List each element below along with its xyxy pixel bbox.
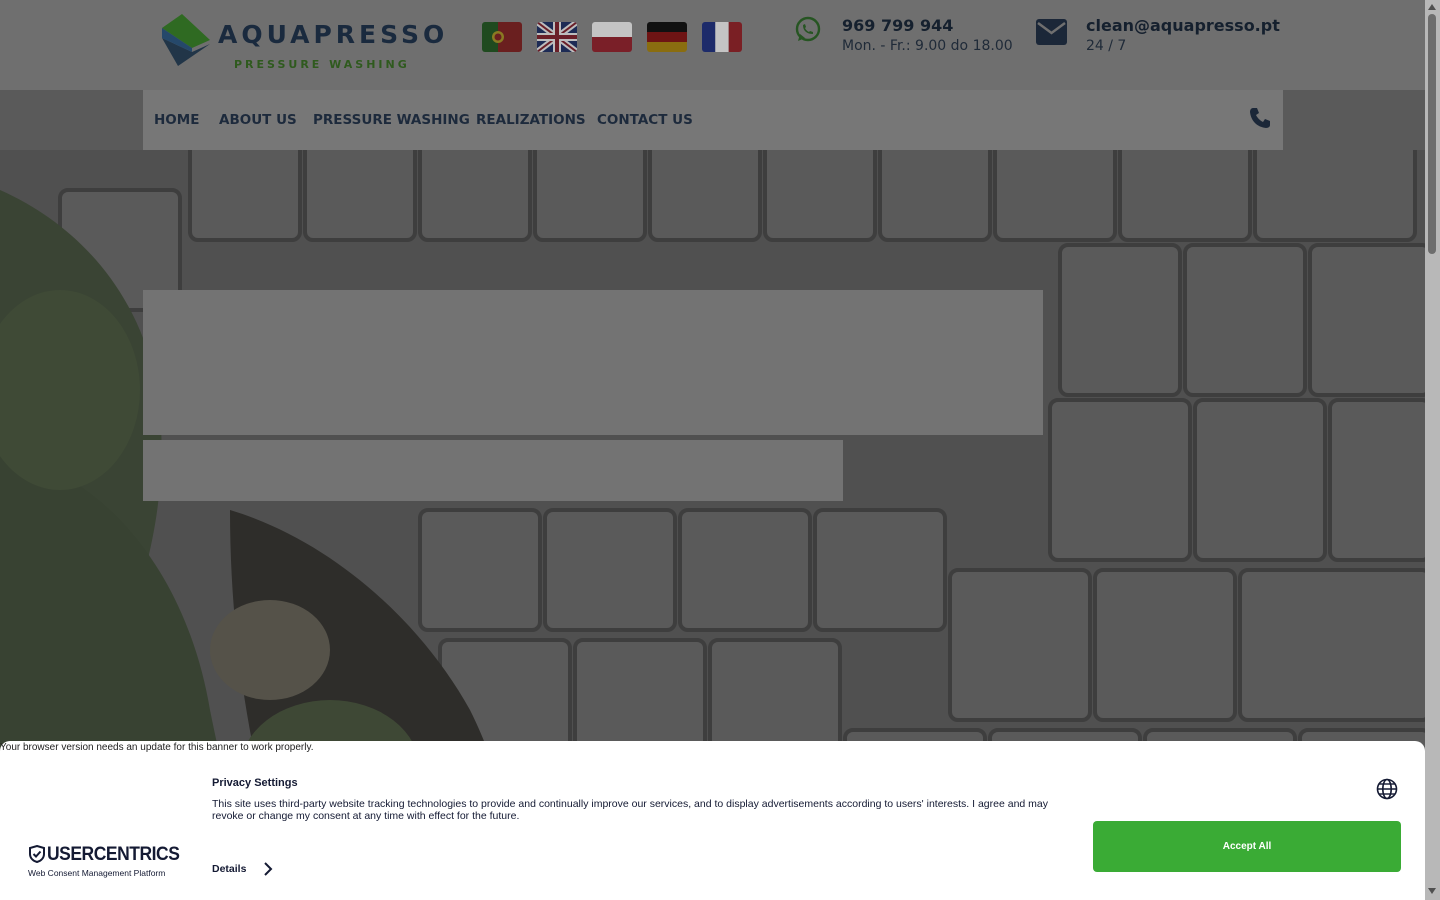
cookie-consent-banner: Your browser version needs an update for… (0, 741, 1425, 900)
hero-heading-placeholder (143, 290, 1043, 435)
flag-poland-icon[interactable] (592, 22, 632, 52)
nav-item-realizations[interactable]: REALIZATIONS (476, 112, 586, 128)
privacy-settings-text: This site uses third-party website track… (212, 798, 1049, 822)
site-logo[interactable]: AQUAPRESSO PRESSURE WASHING (158, 14, 444, 71)
scroll-down-arrow-icon[interactable] (1428, 888, 1436, 894)
top-header: AQUAPRESSO PRESSURE WASHING 969 799 944 … (0, 0, 1425, 90)
privacy-settings-title: Privacy Settings (212, 777, 298, 789)
phone-number[interactable]: 969 799 944 (842, 16, 1013, 35)
phone-icon[interactable] (1248, 106, 1272, 130)
details-label: Details (212, 863, 247, 875)
nav-item-contact-us[interactable]: CONTACT US (597, 112, 693, 128)
vertical-scrollbar[interactable] (1425, 0, 1440, 900)
email-availability: 24 / 7 (1086, 38, 1127, 54)
email-contact: clean@aquapresso.pt 24 / 7 (1086, 16, 1280, 54)
flag-uk-icon[interactable] (537, 22, 577, 52)
main-navigation: HOME ABOUT US PRESSURE WASHING REALIZATI… (143, 90, 1283, 150)
logo-tagline: PRESSURE WASHING (234, 58, 410, 71)
whatsapp-icon[interactable] (794, 16, 822, 48)
nav-item-home[interactable]: HOME (154, 112, 199, 128)
shield-check-icon (29, 845, 45, 863)
logo-mark-icon (162, 14, 210, 66)
page: AQUAPRESSO PRESSURE WASHING 969 799 944 … (0, 0, 1425, 900)
chevron-right-icon (264, 862, 273, 876)
accept-all-button[interactable]: Accept All (1093, 821, 1401, 872)
browser-update-notice: Your browser version needs an update for… (0, 742, 314, 753)
envelope-icon[interactable] (1036, 19, 1067, 49)
details-link[interactable]: Details (212, 862, 273, 876)
usercentrics-brand: USERCENTRICS (47, 844, 180, 865)
office-hours: Mon. - Fr.: 9.00 do 18.00 (842, 38, 1013, 54)
scroll-up-arrow-icon[interactable] (1428, 4, 1436, 10)
flag-france-icon[interactable] (702, 22, 742, 52)
email-address[interactable]: clean@aquapresso.pt (1086, 16, 1280, 35)
usercentrics-logo: USERCENTRICS Web Consent Management Plat… (28, 844, 208, 880)
scrollbar-thumb[interactable] (1428, 14, 1436, 254)
usercentrics-subtitle: Web Consent Management Platform (28, 868, 166, 878)
flag-germany-icon[interactable] (647, 22, 687, 52)
logo-brand: AQUAPRESSO (218, 20, 449, 49)
hero-subheading-placeholder (143, 440, 843, 501)
phone-contact: 969 799 944 Mon. - Fr.: 9.00 do 18.00 (842, 16, 1013, 54)
nav-item-pressure-washing[interactable]: PRESSURE WASHING (313, 112, 470, 128)
flag-portugal-icon[interactable] (482, 22, 522, 52)
nav-item-about-us[interactable]: ABOUT US (219, 112, 297, 128)
language-globe-icon[interactable] (1376, 778, 1398, 800)
